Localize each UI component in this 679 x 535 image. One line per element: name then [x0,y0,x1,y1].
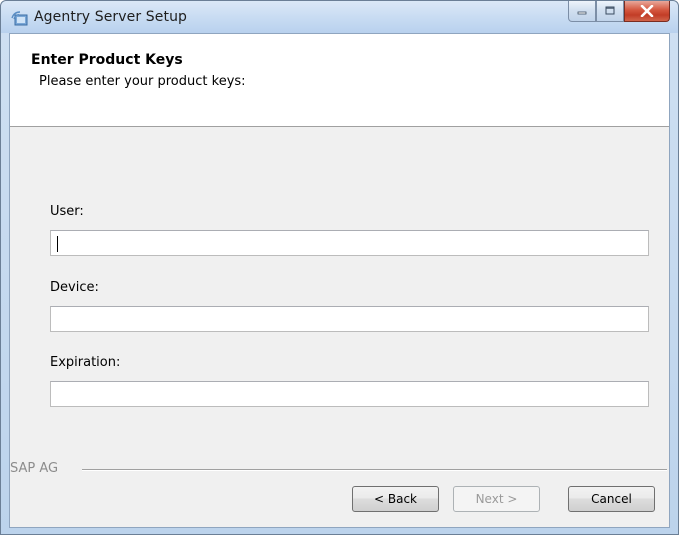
dialog-body: Enter Product Keys Please enter your pro… [9,33,670,528]
expiration-label: Expiration: [50,355,121,370]
user-label: User: [50,204,84,219]
footer-divider [82,469,667,471]
close-button[interactable] [624,1,670,22]
brand-footer: SAP AG [10,461,669,476]
brand-label: SAP AG [10,461,65,476]
minimize-icon [577,11,587,15]
cancel-button[interactable]: Cancel [568,486,655,512]
maximize-icon [605,6,615,15]
next-button[interactable]: Next > [453,486,540,512]
setup-window: Agentry Server Setup Enter Product Keys … [0,0,679,535]
title-bar[interactable]: Agentry Server Setup [1,1,678,33]
page-subtitle: Please enter your product keys: [39,74,246,89]
device-field[interactable] [50,306,649,332]
close-icon [640,5,654,17]
window-controls [568,1,670,23]
text-caret [57,236,58,252]
expiration-field[interactable] [50,381,649,407]
window-title: Agentry Server Setup [34,9,188,25]
device-label: Device: [50,280,99,295]
page-title: Enter Product Keys [31,52,183,68]
user-field[interactable] [50,230,649,256]
maximize-button[interactable] [596,1,624,22]
back-button[interactable]: < Back [352,486,439,512]
setup-app-icon [11,11,28,26]
minimize-button[interactable] [568,1,596,22]
page-header: Enter Product Keys Please enter your pro… [10,34,669,127]
